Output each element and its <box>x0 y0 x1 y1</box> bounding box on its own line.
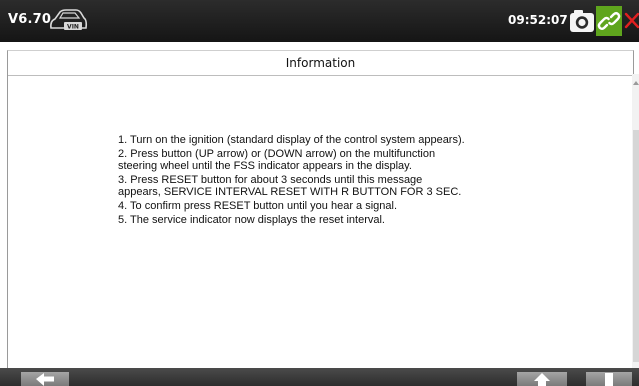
arrow-down-icon <box>605 373 613 386</box>
link-icon[interactable] <box>596 6 622 36</box>
svg-text:VIN: VIN <box>67 24 79 31</box>
instruction-step: 5. The service indicator now displays th… <box>118 214 385 226</box>
clock: 09:52:07 <box>508 13 568 27</box>
instructions-text: 1. Turn on the ignition (standard displa… <box>118 134 468 228</box>
close-icon[interactable] <box>623 6 639 36</box>
page-down-button[interactable] <box>586 372 632 386</box>
status-bar: V6.70 VIN 09:52:07 <box>0 0 639 42</box>
back-arrow-icon <box>36 373 54 386</box>
instruction-step: 2. Press button (UP arrow) or (DOWN arro… <box>118 148 436 172</box>
title-divider <box>8 75 633 76</box>
information-panel: Information 1. Turn on the ignition (sta… <box>7 50 634 369</box>
instruction-step: 3. Press RESET button for about 3 second… <box>118 174 462 198</box>
arrow-up-icon <box>534 373 550 386</box>
instruction-step: 4. To confirm press RESET button until y… <box>118 200 398 212</box>
software-version: V6.70 <box>8 12 52 27</box>
vin-car-icon[interactable]: VIN <box>48 8 88 34</box>
back-button[interactable] <box>21 372 69 386</box>
instruction-step: 1. Turn on the ignition (standard displa… <box>118 134 465 146</box>
information-screen: V6.70 VIN 09:52:07 Information 1. Turn o… <box>0 0 639 386</box>
scrollbar-thumb[interactable] <box>633 130 639 362</box>
camera-icon[interactable] <box>569 8 595 34</box>
page-title: Information <box>285 56 356 70</box>
scroll-up-icon[interactable] <box>633 74 639 85</box>
page-up-button[interactable] <box>517 372 567 386</box>
